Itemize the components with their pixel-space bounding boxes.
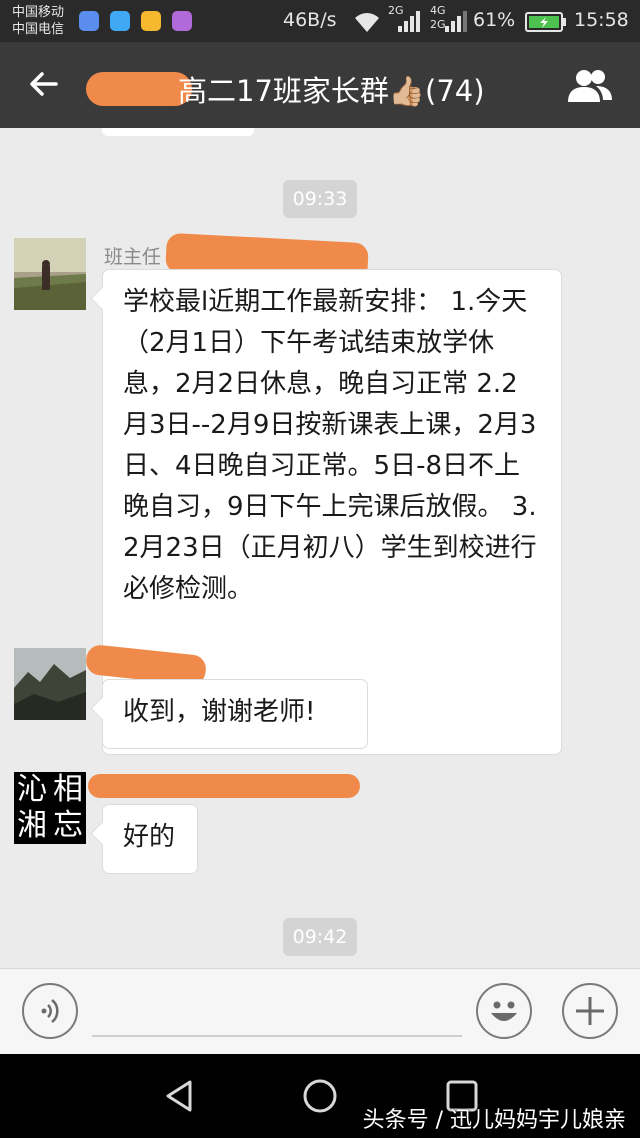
gallery-app-icon — [172, 11, 192, 31]
battery-percent: 61% — [473, 9, 516, 31]
notes-app-icon — [141, 11, 161, 31]
nav-home-icon[interactable] — [300, 1076, 340, 1116]
message-list[interactable]: 09:33 班主任 学校最l近期工作最新安排： 1.今天（2月1日）下午考试结束… — [0, 128, 640, 968]
previous-message-bubble — [102, 128, 254, 136]
timestamp-chip: 09:33 — [283, 180, 357, 218]
plus-icon — [576, 997, 604, 1025]
chat-header: 高二17班家长群👍🏼(74) — [0, 42, 640, 128]
net-speed: 46B/s — [283, 9, 337, 31]
back-arrow-icon[interactable] — [26, 66, 62, 102]
redaction-mark — [86, 72, 192, 106]
carrier-1: 中国移动 — [12, 5, 65, 20]
wifi-icon — [355, 13, 379, 32]
avatar-char: 相 — [53, 772, 83, 807]
message-input[interactable] — [92, 1035, 462, 1037]
clock: 15:58 — [574, 9, 629, 31]
avatar-char: 沁 — [17, 772, 47, 807]
voice-input-icon — [41, 999, 59, 1023]
signal-2-icon — [445, 11, 467, 32]
avatar-char: 湘 — [17, 808, 47, 843]
group-members-icon[interactable] — [566, 66, 614, 106]
input-bar — [0, 968, 640, 1054]
sender-name: 班主任 — [104, 246, 162, 268]
redaction-mark — [88, 774, 360, 798]
avatar[interactable] — [14, 648, 86, 720]
voice-input-button[interactable] — [22, 983, 78, 1039]
nav-back-icon[interactable] — [160, 1076, 200, 1116]
carrier-labels: 中国移动 中国电信 — [12, 4, 64, 38]
timestamp-chip: 09:42 — [283, 918, 357, 956]
location-app-icon — [79, 11, 99, 31]
carrier-2: 中国电信 — [12, 22, 65, 37]
signal-1-icon — [398, 11, 420, 32]
message-bubble[interactable]: 好的 — [102, 804, 198, 874]
watermark: 头条号 / 迅儿妈妈宇儿娘亲 — [362, 1108, 626, 1133]
avatar[interactable]: 沁 相 湘 忘 — [14, 772, 86, 844]
battery-charging-icon — [525, 12, 566, 32]
emoji-icon — [491, 1001, 517, 1021]
avatar-char: 忘 — [53, 808, 83, 843]
emoji-button[interactable] — [476, 983, 532, 1039]
avatar[interactable] — [14, 238, 86, 310]
chat-title: 高二17班家长群👍🏼(74) — [178, 74, 485, 108]
more-actions-button[interactable] — [562, 983, 618, 1039]
message-bubble[interactable]: 收到，谢谢老师! — [102, 679, 368, 749]
status-bar: 中国移动 中国电信 46B/s 2G 4G 2G 61% 15:58 — [0, 0, 640, 42]
message-app-icon — [110, 11, 130, 31]
